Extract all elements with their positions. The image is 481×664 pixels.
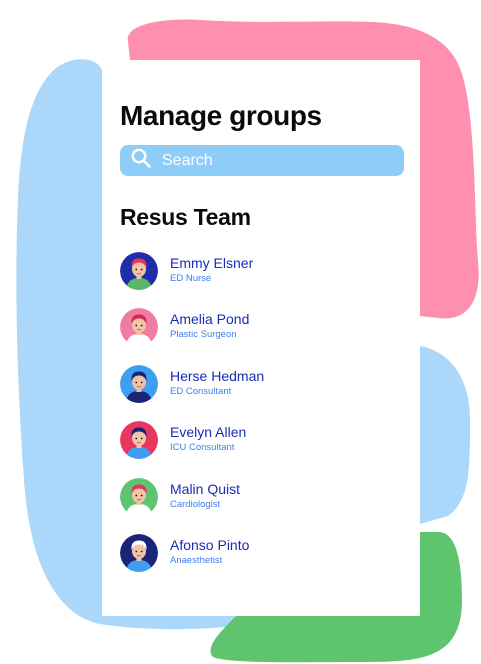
page-title: Manage groups (120, 100, 322, 131)
list-item[interactable]: Emmy Elsner ED Nurse (120, 252, 410, 308)
search-icon (131, 148, 151, 173)
group-title: Resus Team (120, 204, 251, 230)
avatar (120, 252, 158, 290)
avatar (120, 364, 158, 403)
member-name: Malin Quist (170, 480, 241, 497)
avatar (120, 477, 158, 516)
member-role: ICU Consultant (170, 442, 235, 454)
avatar (120, 421, 158, 460)
list-item[interactable]: Herse Hedman ED Consultant (120, 364, 410, 421)
member-name: Evelyn Allen (170, 424, 247, 441)
list-item[interactable]: Afonso Pinto Anaesthetist (120, 533, 410, 590)
member-name: Herse Hedman (170, 367, 265, 384)
list-item[interactable]: Evelyn Allen ICU Consultant (120, 421, 410, 477)
search-bar[interactable]: Search (120, 145, 404, 176)
search-placeholder: Search (162, 151, 213, 169)
member-role: ED Nurse (170, 273, 212, 284)
member-role: Anaesthetist (170, 554, 223, 566)
member-role: ED Consultant (170, 385, 232, 397)
member-role: Cardiologist (170, 498, 221, 510)
member-name: Amelia Pond (170, 311, 250, 328)
member-list: Emmy Elsner ED Nurse Amelia Pond Plastic… (120, 252, 410, 590)
list-item[interactable]: Amelia Pond Plastic Surgeon (120, 308, 410, 364)
avatar (120, 533, 158, 572)
member-role: Plastic Surgeon (170, 329, 237, 341)
member-name: Emmy Elsner (170, 255, 254, 271)
list-item[interactable]: Malin Quist Cardiologist (120, 477, 410, 534)
member-name: Afonso Pinto (170, 536, 250, 553)
avatar (120, 308, 158, 347)
manage-groups-panel: Manage groups Search Resus Team Emmy Els… (102, 68, 420, 616)
